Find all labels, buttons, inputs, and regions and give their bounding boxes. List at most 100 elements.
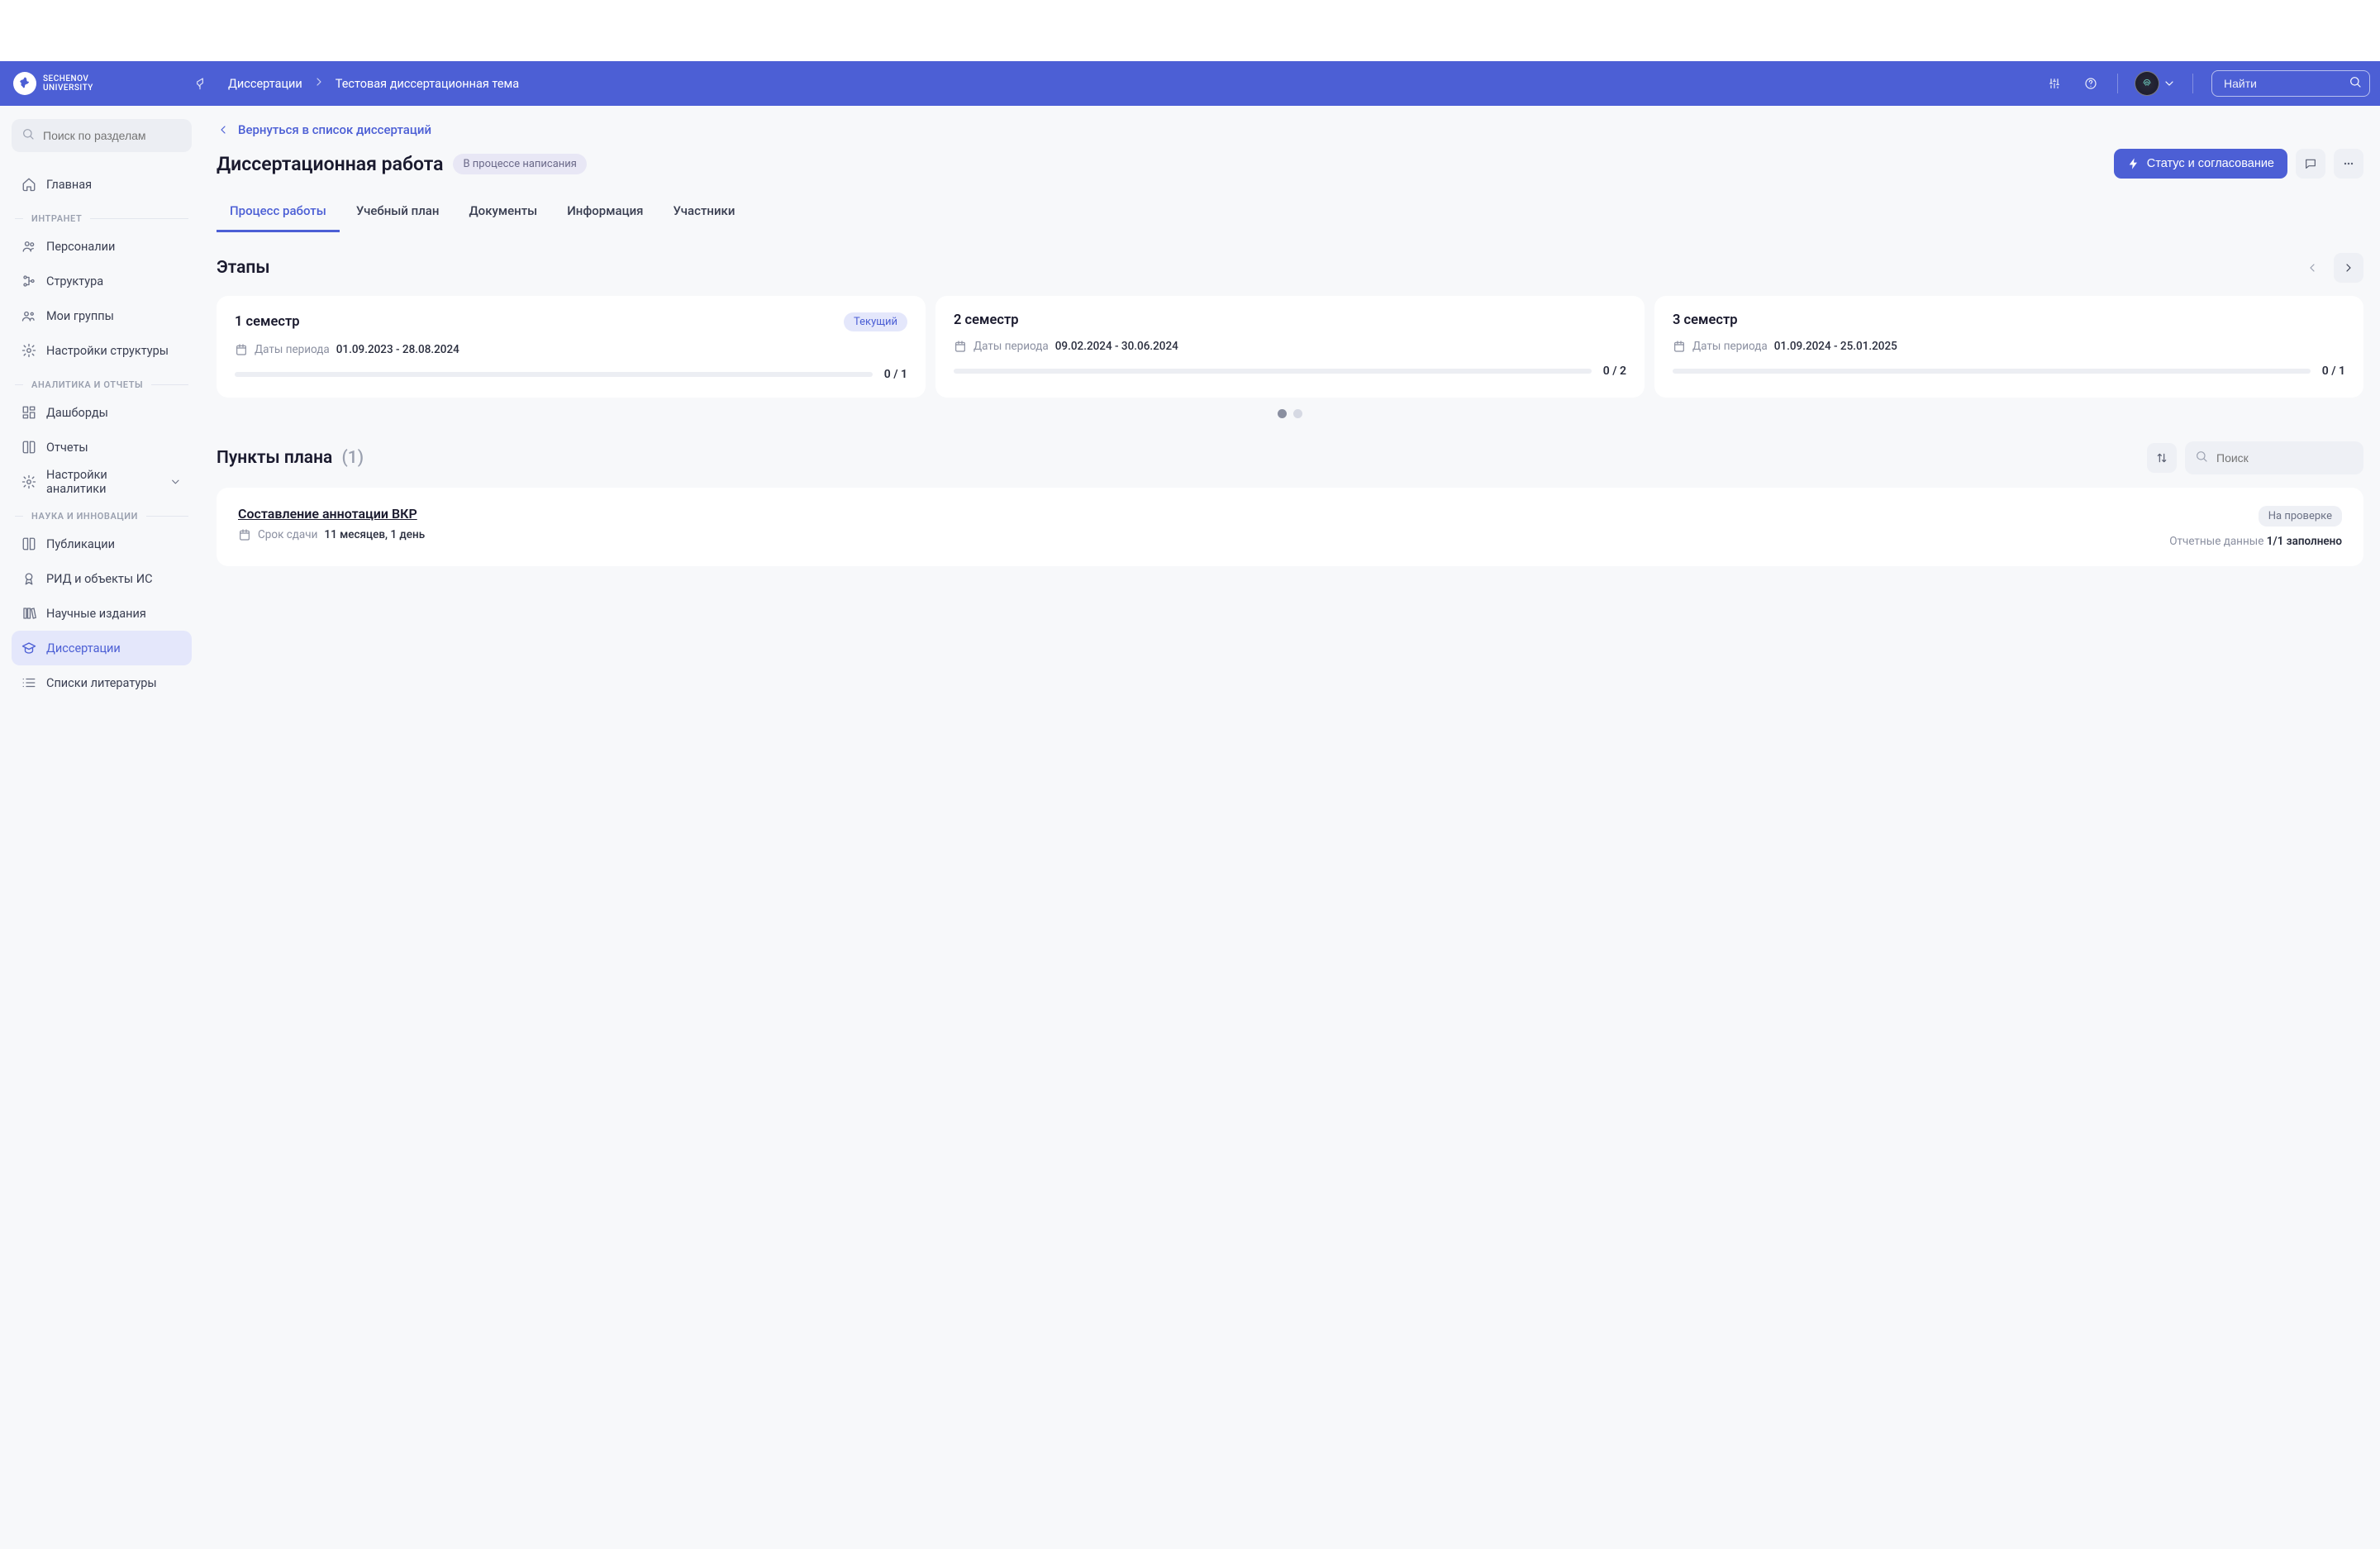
- sidebar-item-rid[interactable]: РИД и объекты ИС: [12, 561, 192, 596]
- dot[interactable]: [1278, 409, 1287, 418]
- user-menu[interactable]: [2130, 69, 2181, 98]
- logo-mark-icon: [13, 72, 36, 95]
- graduation-cap-icon: [21, 641, 36, 655]
- sitemap-icon: [21, 274, 36, 288]
- report-text: Отчетные данные 1/1 заполнено: [2169, 535, 2342, 548]
- nav-group-header: НАУКА И ИННОВАЦИИ: [12, 511, 192, 522]
- stages-prev-button[interactable]: [2297, 253, 2327, 283]
- tab-process[interactable]: Процесс работы: [217, 195, 340, 232]
- gear-icon: [21, 474, 36, 489]
- chevron-right-icon: [2342, 261, 2355, 274]
- plan-search-input[interactable]: [2185, 441, 2363, 474]
- stage-dates: Даты периода 01.09.2023 - 28.08.2024: [235, 343, 907, 356]
- back-link[interactable]: Вернуться в список диссертаций: [217, 122, 431, 137]
- sidebar-item-reports[interactable]: Отчеты: [12, 430, 192, 465]
- sidebar-item-mygroups[interactable]: Мои группы: [12, 298, 192, 333]
- sidebar-item-label: Научные издания: [46, 607, 146, 621]
- chevron-right-icon: [312, 75, 326, 92]
- chevron-down-icon: [2163, 77, 2176, 90]
- sidebar-item-label: Структура: [46, 274, 103, 288]
- sidebar-item-analytics-settings[interactable]: Настройки аналитики: [12, 465, 192, 499]
- sidebar-search-input[interactable]: [12, 119, 192, 152]
- pagination-dots: [217, 409, 2363, 418]
- sidebar-item-label: Списки литературы: [46, 676, 157, 690]
- sidebar-item-dashboards[interactable]: Дашборды: [12, 395, 192, 430]
- breadcrumb-current: Тестовая диссертационная тема: [336, 77, 519, 91]
- sidebar-item-journals[interactable]: Научные издания: [12, 596, 192, 631]
- progress-bar: [235, 372, 873, 377]
- gear-icon: [21, 343, 36, 358]
- sidebar-item-label: Главная: [46, 178, 92, 192]
- dots-icon: [2342, 157, 2355, 170]
- logo[interactable]: SECHENOV UNIVERSITY: [10, 72, 97, 95]
- list-icon: [21, 675, 36, 690]
- progress-text: 0 / 1: [2322, 365, 2345, 378]
- tab-documents[interactable]: Документы: [455, 195, 550, 232]
- sort-button[interactable]: [2147, 443, 2177, 473]
- progress-text: 0 / 1: [884, 368, 907, 381]
- sidebar-item-label: Настройки структуры: [46, 344, 169, 358]
- lightning-icon: [2127, 157, 2140, 170]
- tab-participants[interactable]: Участники: [660, 195, 749, 232]
- dot[interactable]: [1293, 409, 1302, 418]
- users-icon: [21, 239, 36, 254]
- sidebar-item-label: Публикации: [46, 537, 115, 551]
- sidebar: Главная ИНТРАНЕТ Персоналии Структура Мо…: [0, 106, 203, 1549]
- tab-info[interactable]: Информация: [554, 195, 656, 232]
- progress-text: 0 / 2: [1603, 365, 1626, 378]
- sidebar-item-label: Дашборды: [46, 406, 108, 420]
- settings-sliders-icon[interactable]: [2040, 69, 2069, 98]
- progress-bar: [954, 369, 1592, 374]
- award-icon: [21, 571, 36, 586]
- avatar-fingerprint-icon: [2135, 71, 2159, 96]
- dashboard-icon: [21, 405, 36, 420]
- sidebar-item-home[interactable]: Главная: [12, 167, 192, 202]
- tabs: Процесс работы Учебный план Документы Ин…: [217, 195, 2363, 233]
- separator: [2192, 74, 2193, 93]
- plan-item: Составление аннотации ВКР Срок сдачи 11 …: [217, 488, 2363, 566]
- pin-toggle-icon[interactable]: [187, 70, 213, 97]
- books-icon: [21, 606, 36, 621]
- sidebar-item-structure[interactable]: Структура: [12, 264, 192, 298]
- current-chip: Текущий: [844, 312, 907, 331]
- stage-name: 2 семестр: [954, 312, 1019, 328]
- stage-name: 3 семестр: [1673, 312, 1738, 328]
- search-icon: [2349, 75, 2362, 92]
- stage-card[interactable]: 2 семестр Даты периода 09.02.2024 - 30.0…: [935, 296, 1645, 398]
- stages-next-button[interactable]: [2334, 253, 2363, 283]
- more-button[interactable]: [2334, 149, 2363, 179]
- sidebar-item-publications[interactable]: Публикации: [12, 527, 192, 561]
- nav-group-header: АНАЛИТИКА И ОТЧЕТЫ: [12, 379, 192, 390]
- progress-bar: [1673, 369, 2311, 374]
- chevron-left-icon: [217, 123, 230, 136]
- status-approval-button[interactable]: Статус и согласование: [2114, 149, 2287, 179]
- review-chip: На проверке: [2259, 506, 2342, 527]
- comments-button[interactable]: [2296, 149, 2325, 179]
- topbar: SECHENOV UNIVERSITY Диссертации Тестовая…: [0, 61, 2380, 106]
- status-badge: В процессе написания: [453, 154, 586, 174]
- browser-chrome-area: [0, 0, 2380, 61]
- stage-card[interactable]: 1 семестр Текущий Даты периода 01.09.202…: [217, 296, 926, 398]
- breadcrumb: Диссертации Тестовая диссертационная тем…: [228, 75, 519, 92]
- plan-item-link[interactable]: Составление аннотации ВКР: [238, 506, 417, 522]
- sidebar-item-bibliography[interactable]: Списки литературы: [12, 665, 192, 700]
- book-icon: [21, 536, 36, 551]
- global-search-input[interactable]: [2211, 70, 2370, 97]
- help-icon[interactable]: [2076, 69, 2106, 98]
- stage-card[interactable]: 3 семестр Даты периода 01.09.2024 - 25.0…: [1654, 296, 2363, 398]
- sidebar-item-struct-settings[interactable]: Настройки структуры: [12, 333, 192, 368]
- breadcrumb-root[interactable]: Диссертации: [228, 77, 302, 91]
- nav-group-header: ИНТРАНЕТ: [12, 213, 192, 224]
- stages-heading: Этапы: [217, 258, 270, 278]
- sidebar-item-label: Настройки аналитики: [46, 468, 159, 496]
- group-icon: [21, 308, 36, 323]
- calendar-icon: [954, 340, 967, 353]
- sidebar-item-dissertations[interactable]: Диссертации: [12, 631, 192, 665]
- sidebar-item-label: Диссертации: [46, 641, 121, 655]
- search-icon: [21, 127, 35, 144]
- tab-curriculum[interactable]: Учебный план: [343, 195, 453, 232]
- stage-name: 1 семестр: [235, 314, 300, 330]
- sidebar-item-people[interactable]: Персоналии: [12, 229, 192, 264]
- sort-icon: [2155, 451, 2168, 465]
- stage-dates: Даты периода 09.02.2024 - 30.06.2024: [954, 340, 1626, 353]
